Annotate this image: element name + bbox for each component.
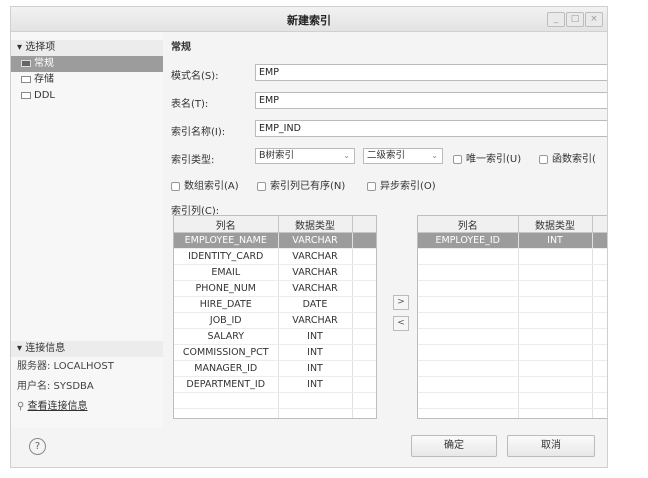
table-row[interactable]: EMAIL VARCHAR — [174, 264, 376, 281]
add-column-button[interactable]: > — [393, 295, 409, 310]
minimize-button[interactable]: _ — [547, 12, 565, 27]
table-input[interactable]: EMP — [255, 92, 607, 109]
column-header-order[interactable]: 排 — [592, 216, 607, 233]
user-info: 用户名: SYSDBA — [17, 381, 94, 392]
section-title: 常规 — [171, 42, 191, 53]
schema-label: 模式名(S): — [171, 71, 219, 82]
column-header-name[interactable]: 列名 — [174, 216, 279, 233]
column-header-name[interactable]: 列名 — [418, 216, 519, 233]
title-bar: 新建索引 _ □ × — [11, 7, 607, 32]
connection-icon: ⚲ — [17, 401, 28, 412]
table-row[interactable]: SALARY INT — [174, 328, 376, 345]
secondary-index-select[interactable]: 二级索引 ⌄ — [363, 148, 443, 164]
table-row[interactable]: EMPLOYEE_NAME VARCHAR — [174, 232, 376, 249]
ok-button[interactable]: 确定 — [411, 435, 497, 457]
sidebar-item-storage[interactable]: 存储 — [11, 72, 163, 88]
array-index-checkbox[interactable]: 数组索引(A) — [171, 177, 239, 192]
chevron-down-icon: ⌄ — [343, 151, 350, 160]
sidebar: ▾ 选择项 常规 存储 DDL ▾ 连接信息 服务器: LOCALHOST 用户… — [11, 32, 163, 428]
table-row[interactable]: DEPARTMENT_ID INT — [174, 376, 376, 393]
table-row[interactable]: JOB_ID VARCHAR — [174, 312, 376, 329]
close-button[interactable]: × — [585, 12, 603, 27]
function-index-checkbox[interactable]: 函数索引( — [539, 150, 596, 165]
available-columns-table: 列名 数据类型 EMPLOYEE_NAME VARCHAR IDENTITY_CA… — [173, 215, 377, 419]
table-row[interactable]: IDENTITY_CARD VARCHAR — [174, 248, 376, 265]
server-info: 服务器: LOCALHOST — [17, 361, 114, 372]
schema-input[interactable]: EMP — [255, 64, 607, 81]
cancel-button[interactable]: 取消 — [507, 435, 595, 457]
options-section-header[interactable]: ▾ 选择项 — [11, 40, 163, 56]
page-icon — [21, 75, 31, 83]
new-index-dialog: 新建索引 _ □ × ▾ 选择项 常规 存储 DDL ▾ 连接信息 服务器: LOC… — [10, 6, 608, 468]
sidebar-item-ddl[interactable]: DDL — [11, 88, 163, 104]
table-row[interactable]: COMMISSION_PCT INT — [174, 344, 376, 361]
sidebar-item-general[interactable]: 常规 — [11, 56, 163, 72]
chevron-down-icon: ⌄ — [431, 151, 438, 160]
page-icon — [21, 91, 31, 99]
column-header-type[interactable]: 数据类型 — [518, 216, 593, 233]
window-title: 新建索引 — [287, 14, 331, 27]
help-icon[interactable]: ? — [29, 438, 46, 455]
table-row[interactable]: HIRE_DATE DATE — [174, 296, 376, 313]
index-name-label: 索引名称(I): — [171, 127, 226, 138]
maximize-button[interactable]: □ — [566, 12, 584, 27]
chevron-down-icon: ▾ — [17, 343, 26, 354]
selected-columns-table: 列名 数据类型 排 EMPLOYEE_IDINT升 — [417, 215, 607, 419]
table-row[interactable]: PHONE_NUM VARCHAR — [174, 280, 376, 297]
dialog-footer: ? 确定 取消 — [11, 428, 607, 467]
main-panel: 常规 模式名(S): EMP 表名(T): EMP 索引名称(I): EMP_I… — [167, 32, 607, 428]
connection-section-header[interactable]: ▾ 连接信息 — [11, 341, 163, 357]
page-icon — [21, 59, 31, 67]
table-row[interactable]: EMPLOYEE_IDINT升 — [418, 232, 607, 249]
chevron-down-icon: ▾ — [17, 42, 26, 53]
ordered-columns-checkbox[interactable]: 索引列已有序(N) — [257, 177, 345, 192]
index-type-label: 索引类型: — [171, 155, 215, 166]
column-header-type[interactable]: 数据类型 — [278, 216, 353, 233]
index-name-input[interactable]: EMP_IND — [255, 120, 607, 137]
async-index-checkbox[interactable]: 异步索引(O) — [367, 177, 436, 192]
unique-index-checkbox[interactable]: 唯一索引(U) — [453, 150, 521, 165]
index-type-select[interactable]: B树索引 ⌄ — [255, 148, 355, 164]
table-label: 表名(T): — [171, 99, 209, 110]
view-connection-link[interactable]: ⚲ 查看连接信息 — [11, 397, 163, 417]
remove-column-button[interactable]: < — [393, 316, 409, 331]
table-row[interactable]: MANAGER_ID INT — [174, 360, 376, 377]
